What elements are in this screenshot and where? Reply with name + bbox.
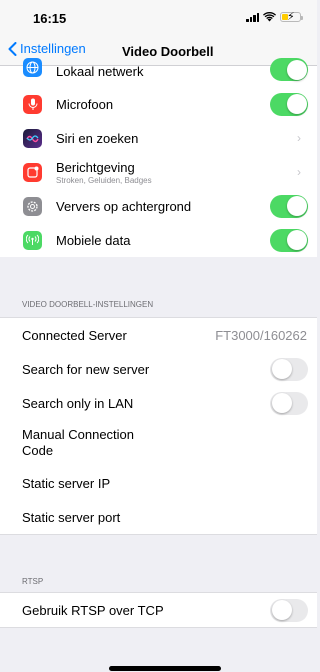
microphone-icon <box>23 94 42 114</box>
permission-row-background-refresh: Ververs op achtergrond <box>0 189 317 223</box>
permission-label: Mobiele data <box>56 232 131 248</box>
back-button-label: Instellingen <box>20 41 86 56</box>
rtsp-tcp-label: Gebruik RTSP over TCP <box>22 602 164 618</box>
navigation-bar: Instellingen Video Doorbell <box>0 36 317 66</box>
status-bar: 16:15 ⚡ <box>0 0 317 36</box>
connected-server-label: Connected Server <box>22 327 127 343</box>
permission-sublabel: Stroken, Geluiden, Badges <box>56 175 152 185</box>
connected-server-row[interactable]: Connected Server FT3000/160262 <box>0 318 317 352</box>
permission-label: Lokaal netwerk <box>56 64 144 79</box>
connected-server-value: FT3000/160262 <box>215 327 307 343</box>
microphone-toggle[interactable] <box>270 92 308 116</box>
search-lan-label: Search only in LAN <box>22 395 134 411</box>
section-header-doorbell: VIDEO DOORBELL-INSTELLINGEN <box>22 299 154 309</box>
section-header-rtsp: RTSP <box>22 576 44 586</box>
static-server-ip-row[interactable]: Static server IP <box>0 466 317 500</box>
chevron-right-icon: › <box>297 165 301 179</box>
siri-icon <box>23 128 42 148</box>
notification-icon <box>23 162 42 182</box>
permission-label: Ververs op achtergrond <box>56 198 192 214</box>
manual-connection-code-row[interactable]: Manual Connection Code <box>0 420 317 466</box>
cellular-signal-icon <box>246 12 259 22</box>
background-refresh-toggle[interactable] <box>270 194 308 218</box>
battery-charging-icon: ⚡ <box>280 11 303 23</box>
rtsp-settings-group: Gebruik RTSP over TCP <box>0 592 317 628</box>
chevron-left-icon <box>8 41 17 56</box>
permission-label: Siri en zoeken <box>56 130 139 146</box>
group-spacer <box>0 534 317 574</box>
search-new-server-label: Search for new server <box>22 361 150 377</box>
static-server-ip-label: Static server IP <box>22 475 111 491</box>
permission-label-group: Berichtgeving Stroken, Geluiden, Badges <box>56 160 297 185</box>
permission-row-mobile-data: Mobiele data <box>0 223 317 257</box>
home-indicator[interactable] <box>109 666 221 671</box>
static-server-port-row[interactable]: Static server port <box>0 500 317 534</box>
page-title: Video Doorbell <box>122 44 214 59</box>
search-new-server-toggle[interactable] <box>270 357 308 381</box>
search-lan-row: Search only in LAN <box>0 386 317 420</box>
chevron-right-icon: › <box>297 131 301 145</box>
doorbell-settings-group: Connected Server FT3000/160262 Search fo… <box>0 317 317 534</box>
gear-icon <box>23 196 42 216</box>
manual-connection-code-label: Manual Connection Code <box>22 427 317 459</box>
rtsp-tcp-toggle[interactable] <box>270 598 308 622</box>
search-lan-toggle[interactable] <box>270 391 308 415</box>
permission-row-microphone: Microfoon <box>0 87 317 121</box>
status-time: 16:15 <box>33 11 67 26</box>
local-network-toggle[interactable] <box>270 58 308 81</box>
rtsp-tcp-row: Gebruik RTSP over TCP <box>0 593 317 627</box>
wifi-icon <box>263 12 276 22</box>
antenna-icon <box>23 230 42 250</box>
permission-label: Berichtgeving <box>56 159 135 175</box>
permission-label: Microfoon <box>56 96 114 112</box>
permission-row-local-network: Lokaal netwerk <box>0 58 317 87</box>
settings-list: Lokaal netwerk Microfoon Siri en zoeken … <box>0 58 317 628</box>
search-new-server-row: Search for new server <box>0 352 317 386</box>
manual-connection-code-line2: Code <box>22 443 54 458</box>
status-icons: ⚡ <box>246 11 303 23</box>
permission-row-notifications[interactable]: Berichtgeving Stroken, Geluiden, Badges … <box>0 155 317 189</box>
permission-row-siri[interactable]: Siri en zoeken › <box>0 121 317 155</box>
mobile-data-toggle[interactable] <box>270 228 308 252</box>
manual-connection-code-line1: Manual Connection <box>22 427 135 442</box>
globe-icon <box>23 58 42 77</box>
static-server-port-label: Static server port <box>22 509 121 525</box>
permissions-group: Lokaal netwerk Microfoon Siri en zoeken … <box>0 58 317 257</box>
back-button[interactable]: Instellingen <box>8 41 86 56</box>
